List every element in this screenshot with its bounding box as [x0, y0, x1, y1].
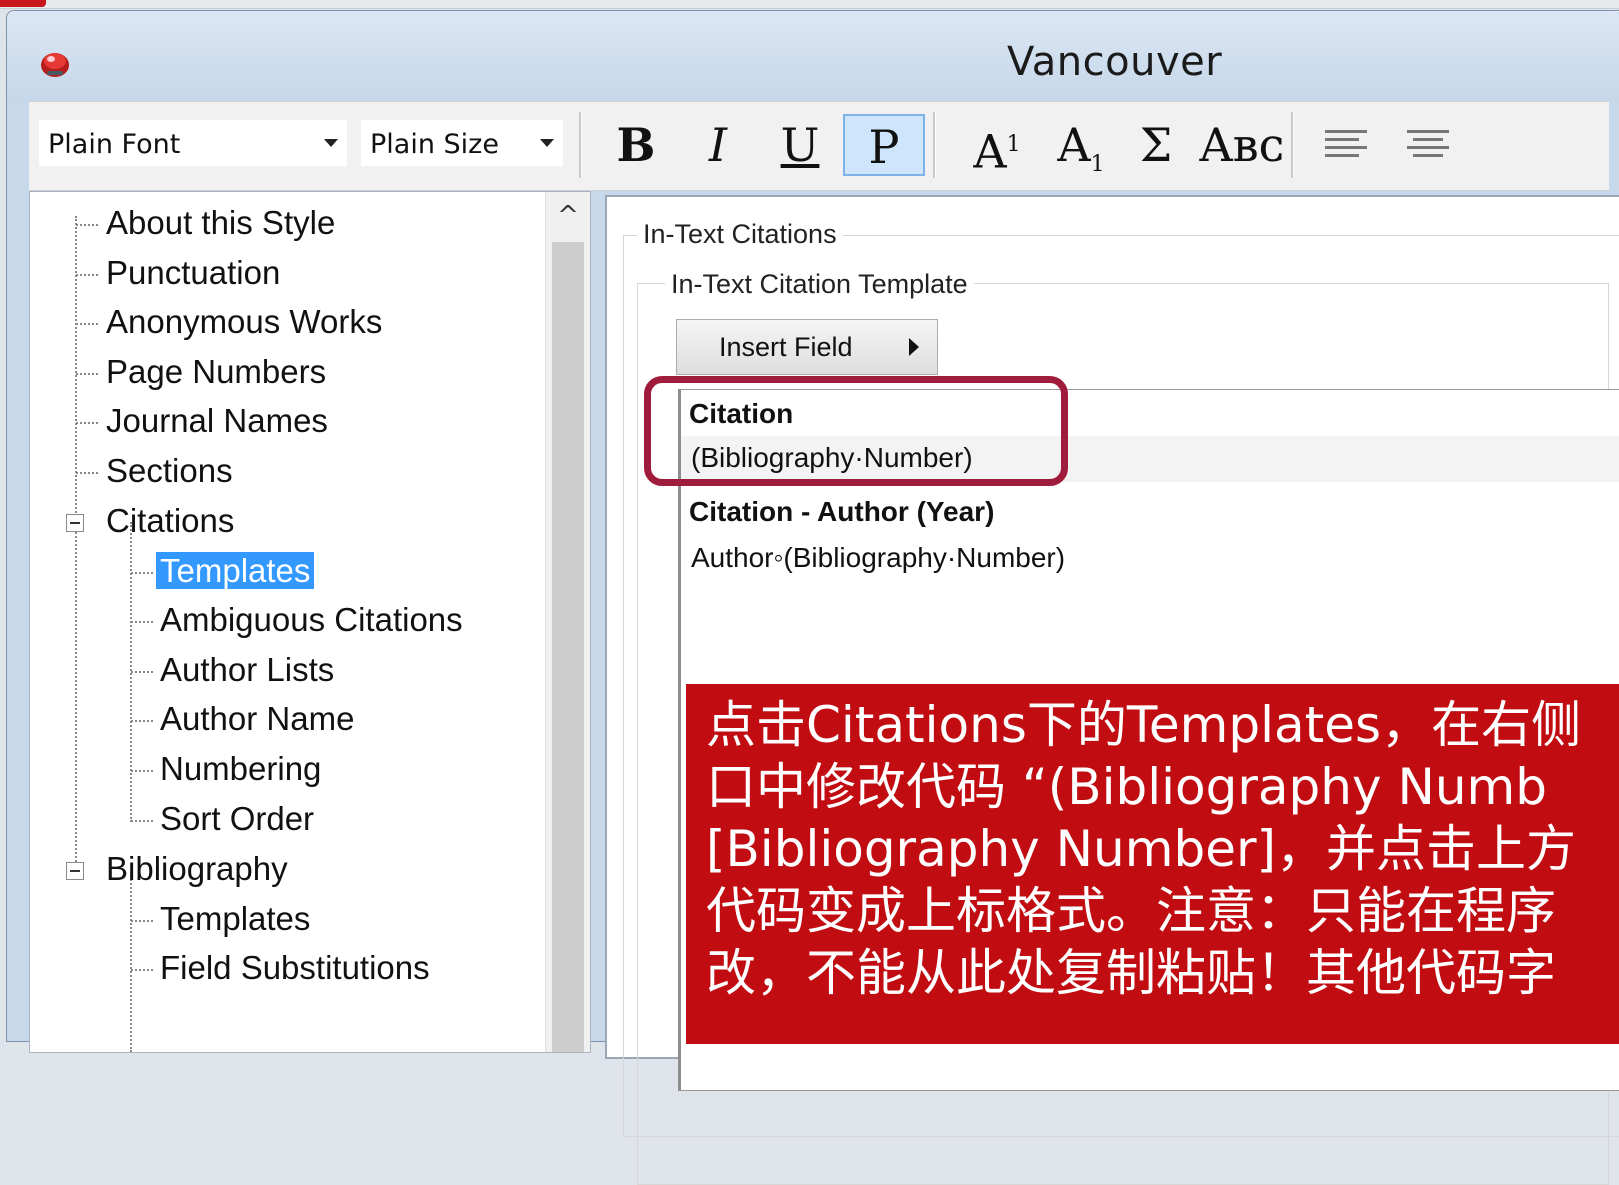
tree-line	[75, 216, 77, 521]
tree-item-page-numbers[interactable]: Page Numbers	[106, 353, 326, 391]
symbol-button[interactable]: Σ	[1121, 114, 1191, 176]
tree-line	[130, 872, 132, 1052]
tree-item-label: Author Name	[160, 700, 355, 737]
tree-item-numbering[interactable]: Numbering	[160, 750, 321, 788]
subscript-base: A	[1057, 118, 1091, 172]
tree-item-label: Templates	[156, 552, 315, 589]
tree-line	[76, 373, 98, 375]
tree-line	[131, 572, 153, 574]
tree-line	[131, 969, 153, 971]
toolbar-separator	[933, 112, 936, 178]
align-left-icon[interactable]	[1325, 130, 1367, 160]
annotation-highlight-box	[644, 376, 1068, 486]
size-dropdown-value: Plain Size	[370, 129, 499, 160]
author-year-heading: Citation - Author (Year)	[689, 496, 995, 527]
chevron-down-icon	[540, 139, 554, 147]
red-corner-decoration	[0, 0, 46, 7]
tree-item-label: Sort Order	[160, 800, 315, 837]
note-line: 点击Citations下的Templates，在右侧	[706, 696, 1582, 754]
tree-item-sort-order[interactable]: Sort Order	[160, 800, 314, 838]
tree-line	[76, 224, 98, 226]
tree-item-label: Templates	[160, 900, 311, 937]
instruction-note: 点击Citations下的Templates，在右侧 口中修改代码 “(Bibli…	[686, 684, 1619, 1044]
tree-scrollbar[interactable]: ^	[545, 192, 590, 1052]
tree-item-label: Punctuation	[106, 254, 281, 291]
font-dropdown-value: Plain Font	[48, 129, 181, 160]
tree-item-sections[interactable]: Sections	[106, 452, 233, 490]
tree-line	[131, 671, 153, 673]
scroll-up-icon[interactable]: ^	[546, 192, 590, 240]
note-line: [Bibliography Number]，并点击上方	[706, 820, 1577, 878]
note-line: 口中修改代码 “(Bibliography Numb	[706, 758, 1547, 816]
size-dropdown[interactable]: Plain Size	[361, 120, 563, 166]
superscript-base: A	[973, 124, 1007, 179]
tree-item-label: Numbering	[160, 750, 322, 787]
tree-item-label: Author Lists	[160, 651, 335, 688]
tree-item-label: Field Substitutions	[160, 949, 430, 986]
scrollbar-thumb[interactable]	[552, 242, 584, 1052]
formatting-toolbar: Plain Font Plain Size B I U P A1 A1 Σ Aʙ…	[29, 101, 1609, 191]
tree-line	[76, 422, 98, 424]
italic-button[interactable]: I	[683, 114, 753, 176]
tree-line	[75, 532, 77, 870]
tree-item-journal-names[interactable]: Journal Names	[106, 402, 328, 440]
tree-line	[131, 621, 153, 623]
tree-item-label: Bibliography	[106, 850, 288, 887]
note-line: 改，不能从此处复制粘贴！其他代码字	[706, 944, 1556, 1002]
insert-field-button[interactable]: Insert Field	[676, 319, 938, 375]
tree-item-ambiguous-citations[interactable]: Ambiguous Citations	[160, 601, 463, 639]
subscript-button[interactable]: A1	[1041, 114, 1121, 178]
window-title: Vancouver	[1007, 39, 1223, 85]
tree-line	[131, 920, 153, 922]
in-text-citation-template-title: In-Text Citation Template	[665, 269, 974, 300]
tree-item-author-name[interactable]: Author Name	[160, 700, 354, 738]
superscript-button[interactable]: A1	[957, 114, 1037, 179]
tree-item-label: Citations	[106, 502, 235, 539]
collapse-icon[interactable]	[66, 862, 84, 880]
collapse-icon[interactable]	[66, 514, 84, 532]
tree-item-about-this-style[interactable]: About this Style	[106, 204, 335, 242]
in-text-citations-title: In-Text Citations	[637, 219, 843, 250]
instruction-note-text: 点击Citations下的Templates，在右侧 口中修改代码 “(Bibli…	[706, 694, 1619, 1004]
tree-item-citations-templates[interactable]: Templates	[156, 552, 315, 590]
endnote-app-icon[interactable]	[37, 45, 73, 81]
plain-button[interactable]: P	[843, 114, 925, 176]
tree-item-anonymous-works[interactable]: Anonymous Works	[106, 303, 382, 341]
underline-button[interactable]: U	[765, 114, 835, 176]
chevron-down-icon	[324, 139, 338, 147]
tree-item-citations[interactable]: Citations	[106, 502, 234, 540]
title-bar[interactable]: Vancouver	[7, 11, 1619, 101]
tree-item-bibliography[interactable]: Bibliography	[106, 850, 288, 888]
subscript-mark: 1	[1090, 152, 1105, 178]
smallcaps-button[interactable]: Aʙᴄ	[1197, 114, 1287, 176]
tree-item-label: Journal Names	[106, 402, 328, 439]
tree-item-bibliography-templates[interactable]: Templates	[160, 900, 310, 938]
tree-line	[76, 323, 98, 325]
tree-line	[131, 820, 153, 822]
superscript-mark: 1	[1006, 132, 1021, 157]
tree-item-label: Page Numbers	[106, 353, 327, 390]
tree-line	[76, 472, 98, 474]
note-line: 代码变成上标格式。注意：只能在程序	[706, 882, 1556, 940]
tree-item-author-lists[interactable]: Author Lists	[160, 651, 334, 689]
tree-item-punctuation[interactable]: Punctuation	[106, 254, 280, 292]
tree-item-label: Sections	[106, 452, 233, 489]
desktop-strip	[0, 0, 1619, 9]
align-center-icon[interactable]	[1407, 130, 1449, 160]
tree-item-label: Ambiguous Citations	[160, 601, 463, 638]
author-year-template-line[interactable]: Author◦(Bibliography·Number)	[691, 542, 1065, 574]
chevron-right-icon	[909, 338, 919, 356]
tree-line	[131, 770, 153, 772]
bold-button[interactable]: B	[601, 114, 671, 176]
tree-line	[131, 720, 153, 722]
font-dropdown[interactable]: Plain Font	[39, 120, 347, 166]
tree-item-field-substitutions[interactable]: Field Substitutions	[160, 949, 430, 987]
insert-field-label: Insert Field	[719, 332, 853, 362]
style-tree-panel: About this Style Punctuation Anonymous W…	[29, 191, 591, 1053]
toolbar-separator	[1291, 112, 1294, 178]
tree-item-label: Anonymous Works	[106, 303, 383, 340]
tree-line	[76, 274, 98, 276]
tree-item-label: About this Style	[106, 204, 336, 241]
toolbar-separator	[579, 112, 582, 178]
